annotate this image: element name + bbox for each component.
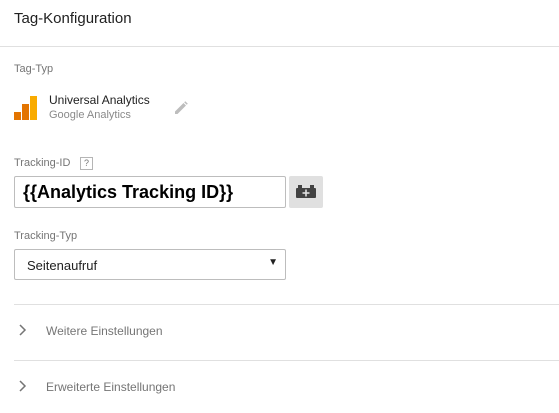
tag-type-name: Universal Analytics xyxy=(49,93,150,107)
tracking-type-select[interactable]: Seitenaufruf ▼ xyxy=(14,249,286,280)
divider xyxy=(14,360,559,361)
chevron-down-icon: ▼ xyxy=(268,257,278,268)
section-label: Erweiterte Einstellungen xyxy=(46,380,176,394)
config-header: Tag-Konfiguration xyxy=(0,0,559,47)
tag-type-label: Tag-Typ xyxy=(14,63,54,75)
tracking-id-input[interactable] xyxy=(14,176,286,208)
google-analytics-logo xyxy=(14,96,37,120)
section-label: Weitere Einstellungen xyxy=(46,324,163,338)
variable-picker-icon xyxy=(296,185,316,198)
tracking-id-label: Tracking-ID xyxy=(14,157,71,169)
help-icon[interactable]: ? xyxy=(80,157,93,170)
chevron-right-icon xyxy=(19,380,27,392)
tracking-type-label: Tracking-Typ xyxy=(14,230,78,242)
section-advanced-settings[interactable]: Erweiterte Einstellungen xyxy=(14,367,554,407)
pencil-icon[interactable] xyxy=(174,101,188,115)
tracking-type-selected-value: Seitenaufruf xyxy=(27,258,98,273)
divider xyxy=(14,304,559,305)
variable-picker-button[interactable] xyxy=(289,176,323,208)
page-title: Tag-Konfiguration xyxy=(14,10,132,27)
chevron-right-icon xyxy=(19,324,27,336)
tag-type-subtitle: Google Analytics xyxy=(49,109,131,121)
section-more-settings[interactable]: Weitere Einstellungen xyxy=(14,311,554,351)
